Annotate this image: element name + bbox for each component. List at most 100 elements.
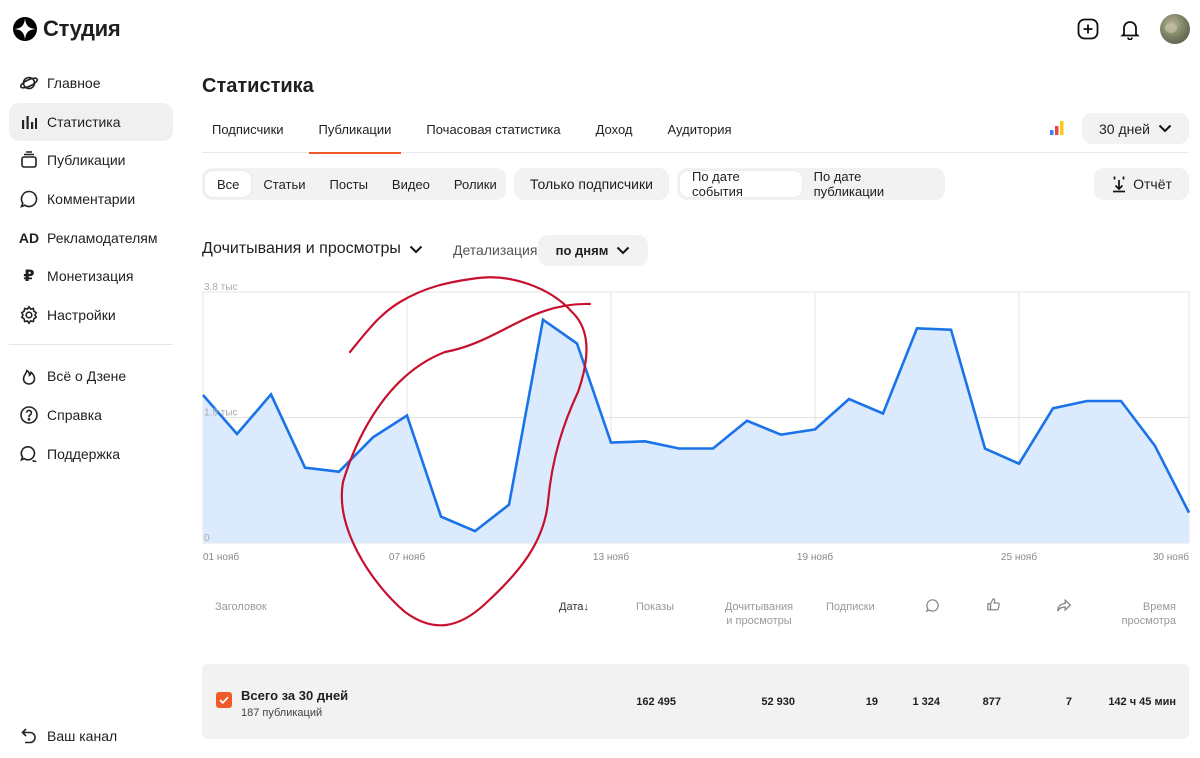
gear-icon: [19, 305, 39, 325]
tab-publications[interactable]: Публикации: [308, 114, 402, 154]
total-shows: 162 495: [636, 696, 676, 708]
subscribers-only-toggle[interactable]: Только подписчики: [514, 168, 669, 200]
filter-video[interactable]: Видео: [380, 171, 442, 197]
sidebar-item-statistics[interactable]: Статистика: [9, 102, 173, 141]
page-title: Статистика: [202, 75, 314, 97]
sidebar-item-label: Всё о Дзене: [47, 368, 127, 385]
sidebar-item-label: Рекламодателям: [47, 229, 158, 246]
sidebar-nav: Главное Статистика Публикации Комментари…: [9, 64, 173, 473]
period-value: 30 дней: [1099, 120, 1150, 137]
sidebar-item-label: Монетизация: [47, 268, 134, 285]
col-reads-header[interactable]: Дочитывания и просмотры: [719, 600, 799, 628]
total-comments: 1 324: [912, 696, 940, 708]
sidebar-item-label: Справка: [47, 406, 102, 423]
sidebar-item-settings[interactable]: Настройки: [9, 296, 173, 334]
filter-articles[interactable]: Статьи: [251, 171, 317, 197]
stats-bars-icon: [19, 112, 39, 132]
app-name: Студия: [43, 16, 121, 41]
sidebar-item-about-zen[interactable]: Всё о Дзене: [9, 357, 173, 395]
filter-by-publication-date[interactable]: По дате публикации: [802, 169, 942, 199]
detail-value: по дням: [555, 243, 609, 258]
total-title: Всего за 30 дней: [241, 688, 349, 703]
notifications-button[interactable]: [1118, 17, 1142, 41]
zen-logo-icon: [13, 17, 37, 41]
sidebar-item-label: Поддержка: [47, 445, 121, 462]
total-time: 142 ч 45 мин: [1108, 696, 1176, 708]
col-shares-header[interactable]: [1056, 598, 1072, 617]
sidebar-item-label: Статистика: [47, 113, 121, 130]
support-chat-icon: [19, 444, 39, 464]
comment-icon: [925, 599, 939, 613]
tab-subscribers[interactable]: Подписчики: [202, 114, 294, 153]
x-tick-label: 07 нояб: [389, 551, 425, 563]
total-likes: 877: [982, 696, 1001, 708]
col-time-line2: просмотра: [1121, 615, 1176, 627]
col-shows-header[interactable]: Показы: [636, 600, 674, 614]
series-area: [203, 319, 1189, 543]
app-logo[interactable]: Студия: [12, 16, 121, 42]
sidebar-item-main[interactable]: Главное: [9, 64, 173, 102]
y-tick-label: 0: [204, 533, 210, 544]
total-subs: 19: [865, 696, 878, 708]
col-reads-line2: и просмотры: [726, 615, 792, 627]
sort-arrow-icon: ↓: [583, 601, 589, 613]
help-icon: [19, 405, 39, 425]
metric-value: Дочитывания и просмотры: [202, 240, 401, 257]
sidebar-item-label: Комментарии: [47, 191, 136, 208]
filter-all[interactable]: Все: [205, 171, 252, 197]
top-actions: [1076, 14, 1190, 44]
plus-square-icon: [1077, 18, 1099, 40]
sidebar-item-advertisers[interactable]: AD Рекламодателям: [9, 219, 173, 257]
filter-posts[interactable]: Посты: [318, 171, 380, 197]
metric-select[interactable]: Дочитывания и просмотры: [202, 240, 423, 258]
sidebar-item-label: Публикации: [47, 152, 126, 169]
tab-audience[interactable]: Аудитория: [658, 114, 742, 153]
flame-icon: [19, 366, 39, 386]
share-icon: [1056, 598, 1072, 612]
chevron-down-icon: [617, 246, 630, 255]
like-icon: [987, 598, 1000, 611]
sidebar-item-comments[interactable]: Комментарии: [9, 180, 173, 218]
col-title-header[interactable]: Заголовок: [215, 600, 267, 614]
subscribers-only-label: Только подписчики: [530, 176, 653, 192]
chevron-down-icon: [409, 245, 423, 253]
total-row: Всего за 30 дней 187 публикаций 162 495 …: [202, 664, 1189, 739]
back-arrow-icon: [19, 726, 39, 746]
detail-select[interactable]: по дням: [538, 235, 648, 266]
sidebar-item-your-channel[interactable]: Ваш канал: [19, 726, 117, 746]
x-tick-label: 13 нояб: [593, 551, 629, 563]
col-time-header[interactable]: Время просмотра: [1100, 600, 1176, 628]
tab-income[interactable]: Доход: [586, 114, 643, 153]
comment-icon: [19, 189, 39, 209]
y-tick-label: 1.9 тыс: [204, 408, 237, 419]
avatar[interactable]: [1160, 14, 1190, 44]
x-tick-label: 30 нояб: [1153, 551, 1189, 563]
col-time-line1: Время: [1142, 601, 1176, 613]
period-select[interactable]: 30 дней: [1082, 113, 1189, 144]
total-shares: 7: [1065, 696, 1072, 708]
bell-icon: [1120, 21, 1140, 40]
tab-hourly[interactable]: Почасовая статистика: [416, 114, 570, 153]
col-comments-header[interactable]: [925, 598, 940, 617]
filter-shorts[interactable]: Ролики: [442, 171, 509, 197]
report-button[interactable]: Отчёт: [1094, 168, 1189, 200]
create-button[interactable]: [1076, 17, 1100, 41]
total-checkbox[interactable]: [216, 692, 232, 708]
filter-by-event-date[interactable]: По дате события: [680, 169, 802, 199]
col-likes-header[interactable]: [986, 597, 1001, 616]
stats-tabs: Подписчики Публикации Почасовая статисти…: [202, 114, 1189, 154]
sidebar-item-help[interactable]: Справка: [9, 396, 173, 434]
sidebar-item-label: Главное: [47, 75, 101, 91]
sidebar-item-monetization[interactable]: ₽ Монетизация: [9, 257, 173, 295]
colored-bars-icon[interactable]: [1049, 120, 1066, 141]
views-chart: 0 1.9 тыс 3.8 тыс 01 нояб 07 нояб 13 нояб 19 н…: [202, 276, 1191, 627]
publications-icon: [19, 150, 39, 170]
sidebar-item-label: Настройки: [47, 307, 116, 324]
total-subtitle: 187 публикаций: [241, 707, 323, 719]
col-subs-header[interactable]: Подписки: [826, 600, 875, 614]
col-date-header[interactable]: Дата↓: [559, 600, 589, 614]
sidebar-item-support[interactable]: Поддержка: [9, 435, 173, 473]
x-tick-label: 25 нояб: [1001, 551, 1037, 563]
date-mode-filter: По дате события По дате публикации: [677, 168, 945, 200]
sidebar-item-publications[interactable]: Публикации: [9, 141, 173, 179]
